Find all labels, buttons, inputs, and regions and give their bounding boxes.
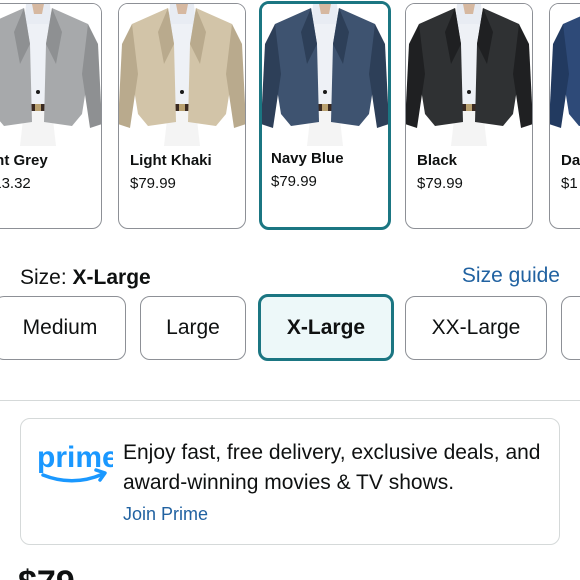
color-price: 113.32 [0, 175, 31, 192]
size-label-prefix: Size: [20, 266, 73, 289]
color-swatch-light-grey[interactable]: ght Grey 113.32 [0, 3, 102, 229]
color-name: Navy Blue [271, 150, 344, 167]
prime-message: Enjoy fast, free delivery, exclusive dea… [123, 441, 541, 494]
color-swatch-dark-blue[interactable]: Da $1 [549, 3, 580, 229]
size-selected-value: X-Large [72, 266, 151, 289]
prime-logo: prime [37, 441, 113, 483]
prime-promo-card[interactable]: prime Enjoy fast, free delivery, exclusi… [20, 418, 560, 545]
product-photo [262, 4, 388, 146]
size-option-x-large[interactable]: X-Large [258, 294, 394, 361]
product-photo [0, 4, 101, 146]
color-name: ght Grey [0, 152, 48, 169]
color-name: Light Khaki [130, 152, 212, 169]
color-price: $79.99 [417, 175, 463, 192]
color-price: $79.99 [271, 173, 317, 190]
color-price: $1 [561, 175, 578, 192]
color-swatch-navy-blue[interactable]: Navy Blue $79.99 [259, 1, 391, 230]
color-name: Da [561, 152, 580, 169]
size-option-next[interactable] [561, 296, 580, 360]
size-option-xx-large[interactable]: XX-Large [405, 296, 547, 360]
size-option-large[interactable]: Large [140, 296, 246, 360]
size-selection-label: Size: X-Large [20, 266, 151, 290]
color-name: Black [417, 152, 458, 169]
join-prime-link[interactable]: Join Prime [123, 504, 208, 525]
prime-logo-text: prime [37, 441, 113, 474]
product-photo [119, 4, 245, 146]
color-swatch-black[interactable]: Black $79.99 [405, 3, 533, 229]
color-price: $79.99 [130, 175, 176, 192]
color-swatch-light-khaki[interactable]: Light Khaki $79.99 [118, 3, 246, 229]
size-option-medium[interactable]: Medium [0, 296, 126, 360]
product-photo [406, 4, 532, 146]
section-divider [0, 400, 580, 401]
product-photo [550, 4, 580, 146]
size-guide-link[interactable]: Size guide [462, 264, 560, 288]
price-display: $79 [18, 566, 75, 580]
product-variant-screen: ght Grey 113.32 Light Khaki $79.99 Navy … [0, 0, 580, 580]
